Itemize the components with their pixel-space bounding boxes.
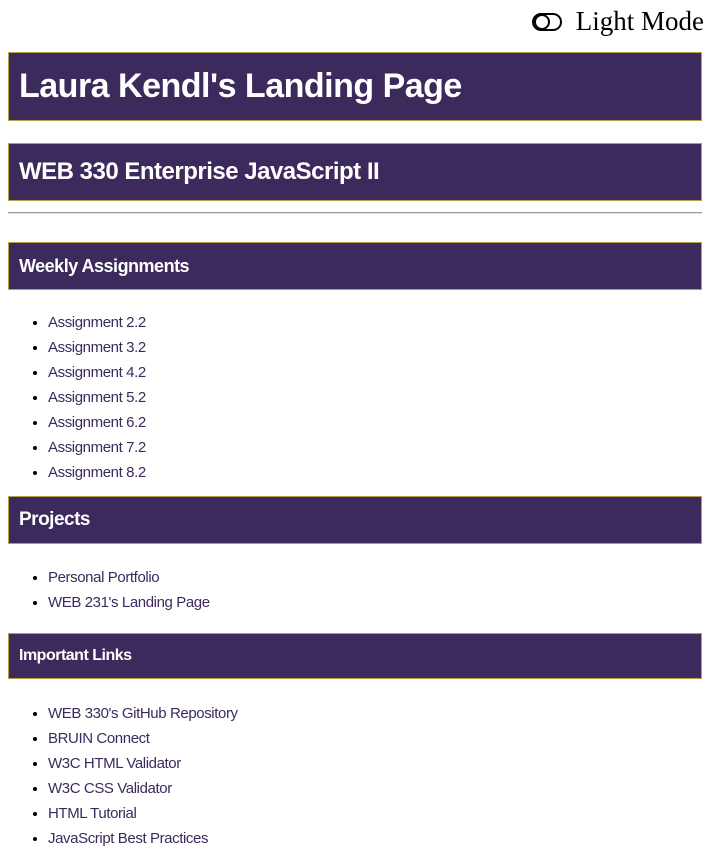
list-item: Assignment 8.2 [48, 460, 146, 485]
toggle-icon[interactable] [531, 12, 562, 31]
project-link[interactable]: Personal Portfolio [48, 569, 160, 586]
weekly-assignments-list: Assignment 2.2 Assignment 3.2 Assignment… [8, 310, 146, 485]
assignment-link[interactable]: Assignment 3.2 [48, 339, 146, 356]
assignment-link[interactable]: Assignment 5.2 [48, 389, 146, 406]
important-link[interactable]: W3C HTML Validator [48, 755, 181, 772]
list-item: W3C CSS Validator [48, 776, 238, 801]
list-item: W3C HTML Validator [48, 751, 238, 776]
important-link[interactable]: WEB 330's GitHub Repository [48, 705, 238, 722]
assignment-link[interactable]: Assignment 6.2 [48, 414, 146, 431]
divider [8, 212, 702, 214]
important-link[interactable]: BRUIN Connect [48, 730, 150, 747]
course-title: WEB 330 Enterprise JavaScript II [8, 143, 702, 201]
list-item: Assignment 4.2 [48, 360, 146, 385]
list-item: Assignment 5.2 [48, 385, 146, 410]
list-item: Personal Portfolio [48, 565, 210, 590]
list-item: Assignment 6.2 [48, 410, 146, 435]
list-item: Assignment 3.2 [48, 335, 146, 360]
important-link[interactable]: W3C CSS Validator [48, 780, 172, 797]
assignment-link[interactable]: Assignment 8.2 [48, 464, 146, 481]
assignment-link[interactable]: Assignment 2.2 [48, 314, 146, 331]
important-links-list: WEB 330's GitHub Repository BRUIN Connec… [8, 701, 238, 851]
list-item: Assignment 2.2 [48, 310, 146, 335]
section-heading-weekly-assignments: Weekly Assignments [8, 242, 702, 290]
section-heading-projects: Projects [8, 496, 702, 544]
important-link[interactable]: JavaScript Best Practices [48, 830, 208, 847]
theme-toggle[interactable]: Light Mode [531, 6, 704, 37]
list-item: WEB 231's Landing Page [48, 590, 210, 615]
theme-toggle-label: Light Mode [575, 6, 704, 36]
list-item: JavaScript Best Practices [48, 826, 238, 851]
list-item: HTML Tutorial [48, 801, 238, 826]
list-item: Assignment 7.2 [48, 435, 146, 460]
list-item: BRUIN Connect [48, 726, 238, 751]
list-item: WEB 330's GitHub Repository [48, 701, 238, 726]
project-link[interactable]: WEB 231's Landing Page [48, 594, 210, 611]
important-link[interactable]: HTML Tutorial [48, 805, 137, 822]
assignment-link[interactable]: Assignment 4.2 [48, 364, 146, 381]
page-title: Laura Kendl's Landing Page [8, 52, 702, 121]
assignment-link[interactable]: Assignment 7.2 [48, 439, 146, 456]
section-heading-important-links: Important Links [8, 633, 702, 679]
projects-list: Personal Portfolio WEB 231's Landing Pag… [8, 565, 210, 615]
